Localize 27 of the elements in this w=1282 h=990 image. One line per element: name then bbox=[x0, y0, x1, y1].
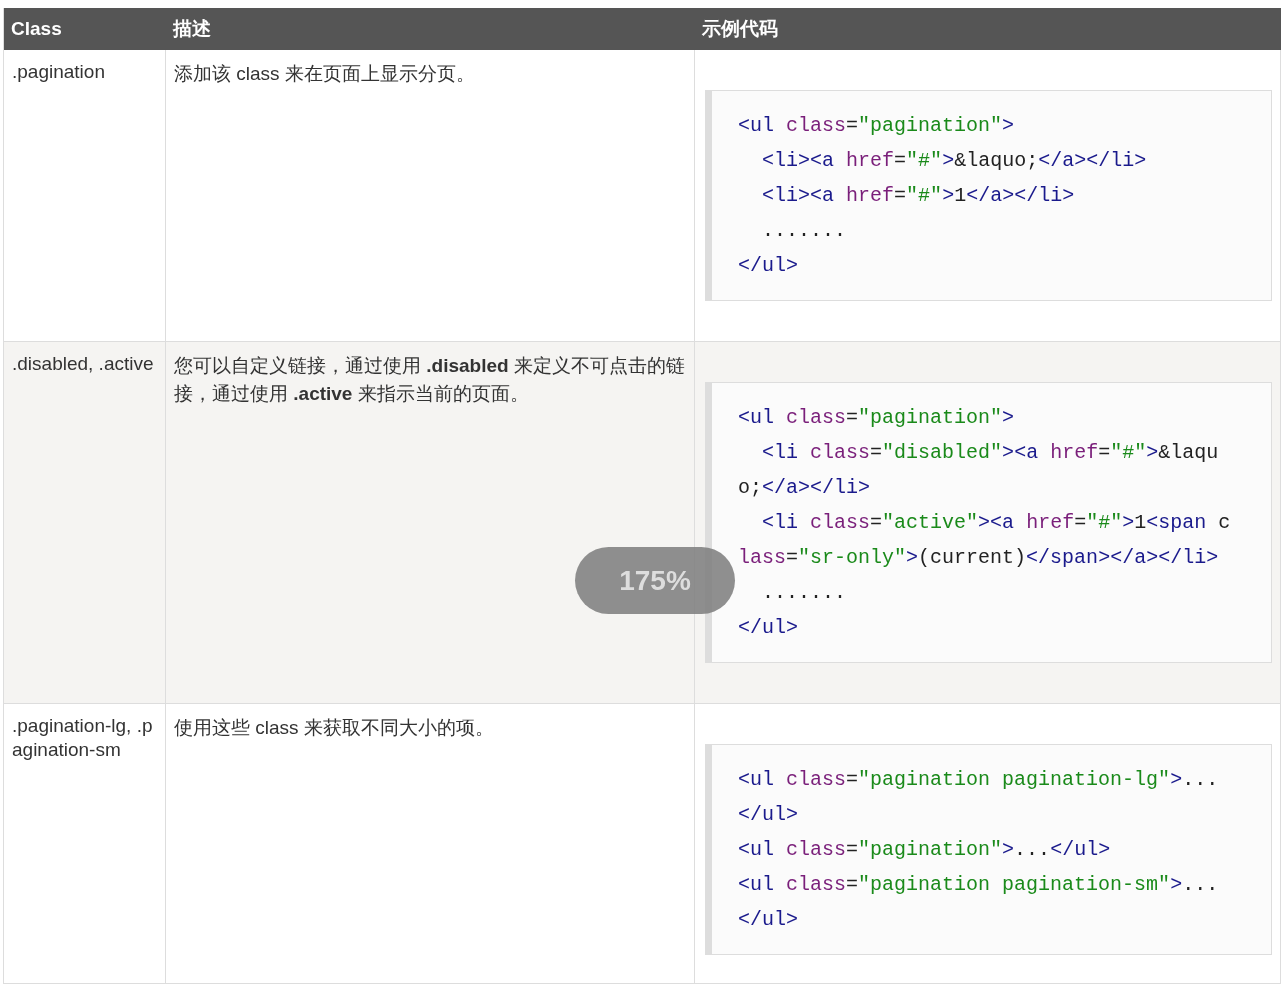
code-line: <ul class="pagination">...</ul> bbox=[738, 837, 1111, 863]
class-name: .pagination bbox=[12, 60, 106, 84]
code-line: <li class="active"><a href="#">1<span c bbox=[761, 510, 1231, 536]
code-line: <ul class="pagination"> bbox=[738, 113, 1015, 139]
description-text: 您可以自定义链接，通过使用 .disabled 来定义不可点击的链接，通过使用 .active 来指示当前的页面。 bbox=[174, 354, 686, 406]
code-line: </ul> bbox=[738, 907, 799, 933]
description-text: 使用这些 class 来获取不同大小的项。 bbox=[174, 716, 495, 740]
code-line: <ul class="pagination"> bbox=[738, 405, 1015, 431]
code-line: o;</a></li> bbox=[738, 475, 871, 501]
header-cell: 描述 bbox=[166, 8, 695, 50]
class-name: .disabled, .active bbox=[12, 352, 155, 376]
code-line: <ul class="pagination pagination-lg">... bbox=[738, 767, 1219, 793]
code-line: </ul> bbox=[738, 802, 799, 828]
code-line: </ul> bbox=[738, 615, 799, 641]
code-line: lass="sr-only">(current)</span></a></li> bbox=[738, 545, 1219, 571]
code-line: ....... bbox=[761, 218, 847, 244]
code-line: <li><a href="#">&laquo;</a></li> bbox=[761, 148, 1147, 174]
header-cell: 示例代码 bbox=[695, 8, 1281, 50]
zoom-indicator: 175% bbox=[575, 547, 735, 614]
code-line: </ul> bbox=[738, 253, 799, 279]
code-line: ....... bbox=[761, 580, 847, 606]
code-line: <li><a href="#">1</a></li> bbox=[761, 183, 1075, 209]
code-line: <li class="disabled"><a href="#">&laqu bbox=[761, 440, 1219, 466]
header-cell: Class bbox=[4, 8, 166, 50]
code-line: <ul class="pagination pagination-sm">... bbox=[738, 872, 1219, 898]
description-text: 添加该 class 来在页面上显示分页。 bbox=[174, 62, 476, 86]
class-name: .pagination-lg, .pagination-sm bbox=[12, 714, 154, 762]
